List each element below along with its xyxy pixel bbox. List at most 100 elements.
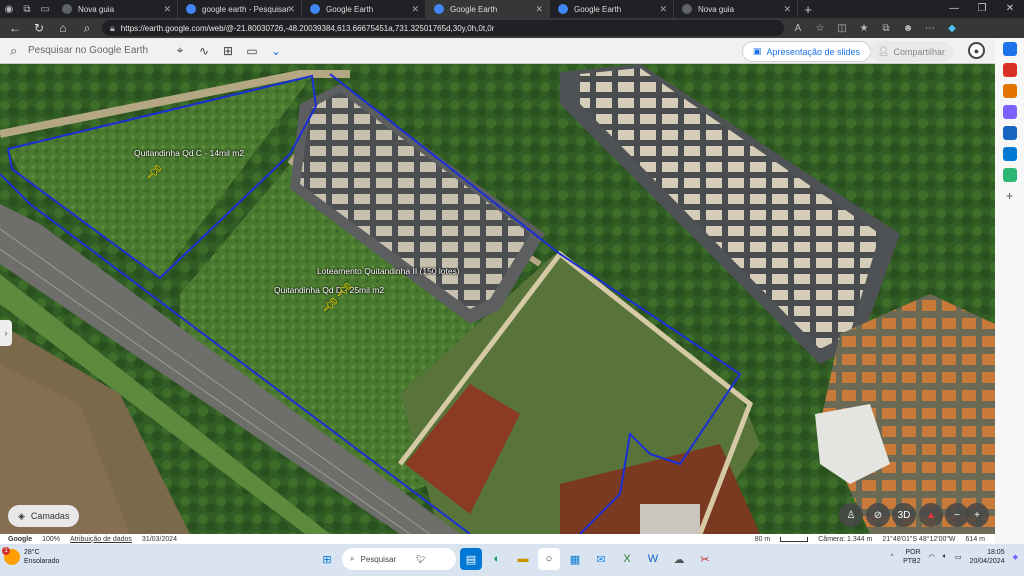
favorite-star-icon[interactable]: ☆ (812, 23, 828, 34)
close-tab-icon[interactable]: ✕ (287, 4, 295, 15)
label-loteamento[interactable]: Loteamento Quitandinha II (150 lotes) (317, 266, 460, 276)
collections-icon[interactable]: ⧉ (878, 23, 894, 34)
close-tab-icon[interactable]: ✕ (163, 4, 171, 15)
satellite-map[interactable]: Quitandinha Qd C - 14mil m2 📌︎ Loteament… (0, 64, 995, 535)
games-icon[interactable] (1002, 105, 1017, 119)
weather-widget[interactable]: 1 28°C Ensolarado (2, 547, 59, 566)
earth-search-input[interactable]: Pesquisar no Google Earth (28, 45, 168, 56)
browser-tab[interactable]: google earth - Pesquisar ✕ (178, 0, 302, 18)
mail-icon[interactable]: ✉ (590, 548, 612, 570)
minimize-button[interactable]: — (940, 0, 968, 18)
word-icon[interactable]: W (642, 548, 664, 570)
tools-icon[interactable] (1002, 84, 1017, 98)
placemark-icon[interactable]: ⌖ (168, 43, 192, 58)
notification-badge: 1 (2, 547, 10, 555)
compass-icon[interactable]: ▲ (919, 503, 943, 527)
clock-time: 18:05 (987, 549, 1005, 556)
search-icon[interactable]: ⌕ (78, 21, 96, 36)
layers-label: Camadas (30, 511, 70, 521)
location-icon[interactable]: ⊘ (866, 503, 890, 527)
share-button[interactable]: 👤︎ Compartilhar (870, 41, 953, 62)
pegman-icon[interactable]: ♙ (839, 503, 863, 527)
drop-icon[interactable] (1002, 168, 1017, 182)
label-quadra-d[interactable]: Quitandinha Qd D - 25mil m2 (274, 285, 384, 295)
excel-icon[interactable]: X (616, 548, 638, 570)
tab-title: google earth - Pesquisar (202, 4, 290, 14)
chevron-down-icon[interactable]: ⌄ (264, 44, 288, 58)
zoom-in-button[interactable]: + (965, 503, 989, 527)
taskbar-search[interactable]: ⌕ Pesquisar 🐦︎ (342, 548, 456, 570)
close-tab-icon[interactable]: ✕ (659, 4, 667, 15)
share-label: Compartilhar (893, 46, 945, 57)
split-screen-icon[interactable]: ◫ (834, 23, 850, 34)
start-icon[interactable]: ⊞ (316, 548, 338, 570)
browser-tab[interactable]: Google Earth ✕ (302, 0, 426, 18)
onedrive-icon[interactable]: ☁ (668, 548, 690, 570)
pushpin-icon[interactable]: 📌︎ (336, 282, 353, 298)
close-tab-icon[interactable]: ✕ (783, 4, 791, 15)
maximize-button[interactable]: ❐ (968, 0, 996, 18)
edge-icon[interactable]: ◐ (486, 548, 508, 570)
microsoft365-icon[interactable] (1002, 126, 1017, 140)
sun-icon: 1 (2, 547, 20, 565)
copilot-icon[interactable]: ◆ (944, 23, 960, 34)
profile-icon[interactable]: ◉ (0, 0, 18, 18)
tab-favicon-icon (682, 4, 692, 14)
add-icon[interactable]: + (1003, 189, 1017, 203)
slideshow-button[interactable]: ▣ Apresentação de slides (741, 41, 871, 62)
browser-tab[interactable]: Google Earth ✕ (426, 0, 550, 18)
battery-icon[interactable]: ▭ (955, 553, 962, 561)
satellite-imagery[interactable] (0, 64, 995, 535)
back-icon[interactable]: ← (6, 21, 24, 35)
pushpin-icon[interactable]: 📌︎ (322, 297, 339, 313)
task-view-icon[interactable]: ▤ (460, 548, 482, 570)
expand-panel-handle[interactable]: › (0, 320, 12, 346)
slideshow-icon: ▣ (752, 46, 762, 56)
tab-actions-icon[interactable]: ▭ (36, 0, 54, 18)
address-bar: ← ↻ ⌂ ⌕ 🔒︎ https://earth.google.com/web/… (0, 18, 1024, 38)
clock[interactable]: 18:05 20/04/2024 (970, 548, 1005, 566)
home-icon[interactable]: ⌂ (54, 21, 72, 35)
kml-icon[interactable]: ⊞ (216, 44, 240, 58)
browser-tab[interactable]: Google Earth ✕ (550, 0, 674, 18)
new-tab-button[interactable]: + (798, 2, 818, 17)
search-highlight-icon: 🐦︎ (416, 554, 427, 564)
scale-bar (780, 536, 809, 542)
close-tab-icon[interactable]: ✕ (535, 4, 543, 15)
shopping-icon[interactable] (1002, 63, 1017, 77)
chevron-up-icon[interactable]: ⌃ (889, 553, 895, 561)
favorites-icon[interactable]: ★ (856, 23, 872, 34)
copilot-icon[interactable]: ◆ (1013, 553, 1018, 561)
close-tab-icon[interactable]: ✕ (411, 4, 419, 15)
path-icon[interactable]: ∿ (192, 44, 216, 58)
browser-tab[interactable]: Nova guia ✕ (674, 0, 798, 18)
language-indicator[interactable]: POR PTB2 (903, 548, 921, 566)
workspaces-icon[interactable]: ⧉ (18, 0, 36, 18)
store-icon[interactable]: ▦ (564, 548, 586, 570)
wifi-icon[interactable]: ◠ (929, 553, 935, 561)
refresh-icon[interactable]: ↻ (30, 21, 48, 35)
volume-icon[interactable]: 🔈︎ (943, 553, 947, 561)
file-explorer-icon[interactable]: ▬ (512, 548, 534, 570)
label-quadra-c[interactable]: Quitandinha Qd C - 14mil m2 (134, 148, 244, 158)
edge-sidebar: + (995, 38, 1024, 544)
snipping-tool-icon[interactable]: ✂ (694, 548, 716, 570)
search-icon[interactable]: ⌕ (10, 43, 28, 59)
read-aloud-icon[interactable]: A (790, 23, 806, 34)
tab-favicon-icon (434, 4, 444, 14)
tab-favicon-icon (558, 4, 568, 14)
toggle-3d-button[interactable]: 3D (892, 503, 916, 527)
browser-tab[interactable]: Nova guia ✕ (54, 0, 178, 18)
measure-icon[interactable]: ▭ (240, 44, 264, 58)
dell-icon[interactable]: ○ (538, 548, 560, 570)
menu-icon[interactable]: ⋯ (922, 23, 938, 34)
extension-icon[interactable]: ☻ (900, 23, 916, 34)
layers-button[interactable]: ◈ Camadas (8, 505, 80, 527)
search-icon[interactable] (1002, 42, 1017, 56)
close-window-button[interactable]: ✕ (996, 0, 1024, 18)
outlook-icon[interactable] (1002, 147, 1017, 161)
avatar[interactable]: ● (968, 42, 985, 59)
data-attribution-link[interactable]: Atribuição de dados (70, 536, 132, 543)
url-field[interactable]: 🔒︎ https://earth.google.com/web/@-21.800… (102, 20, 784, 36)
pushpin-icon[interactable]: 📌︎ (146, 164, 163, 180)
